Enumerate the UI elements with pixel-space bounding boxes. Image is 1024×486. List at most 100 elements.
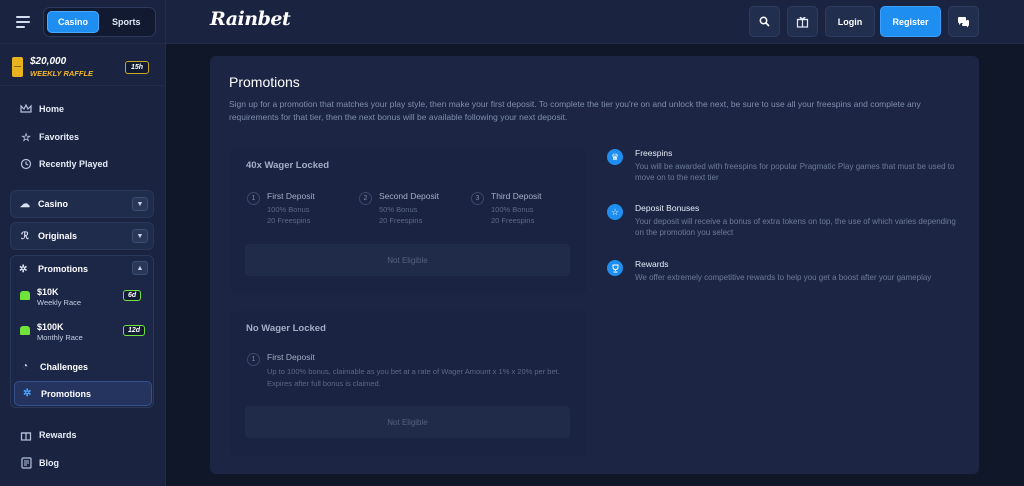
trophy-icon xyxy=(607,260,623,276)
chat-button[interactable] xyxy=(948,6,979,37)
mode-switch: Casino Sports xyxy=(43,6,156,37)
tier-title: No Wager Locked xyxy=(246,323,326,334)
step-number: 1 xyxy=(247,353,260,366)
promotions-header[interactable]: ✲ Promotions ▲ xyxy=(11,256,153,282)
raffle-timer-badge: 15h xyxy=(125,61,150,74)
promotions-card: Promotions Sign up for a promotion that … xyxy=(210,56,979,474)
step-bonus: 100% Bonus xyxy=(491,205,534,214)
sidebar-item-label: Promotions xyxy=(41,388,92,399)
sidebar-item-challenges[interactable]: ◔ Challenges xyxy=(14,354,152,379)
rainbet-logo[interactable]: Rainbet xyxy=(210,8,291,30)
section-label: Originals xyxy=(38,231,78,241)
chevron-up-icon[interactable]: ▲ xyxy=(132,261,148,275)
sidebar-item-promotions[interactable]: ✲ Promotions xyxy=(14,381,152,406)
sidebar-section-promotions: ✲ Promotions ▲ $10K Weekly Race 6d $100K… xyxy=(10,255,154,408)
sidebar-item-label: Favorites xyxy=(39,132,80,142)
search-button[interactable] xyxy=(749,6,780,37)
sidebar-item-blog[interactable]: Blog xyxy=(10,450,154,476)
hamburger-menu-icon[interactable] xyxy=(16,15,30,28)
step-title: First Deposit xyxy=(267,352,315,362)
originals-icon: ℛ xyxy=(21,230,29,242)
monthly-race-item[interactable]: $100K Monthly Race 12d xyxy=(19,320,149,346)
casino-mode-button[interactable]: Casino xyxy=(47,10,100,33)
sidebar-section-casino[interactable]: ☁ Casino ▼ xyxy=(10,190,154,218)
alien-icon xyxy=(20,326,30,335)
weekly-raffle-banner[interactable]: $20,000 WEEKLY RAFFLE 15h xyxy=(0,50,166,86)
info-text: Your deposit will receive a bonus of ext… xyxy=(635,217,956,237)
promotions-icon: ✲ xyxy=(23,388,32,399)
step-title: Second Deposit xyxy=(379,191,440,201)
raffle-amount: $20,000 xyxy=(30,56,67,67)
info-freespins: ♛ Freespins You will be awarded with fre… xyxy=(607,148,962,188)
step-title: First Deposit xyxy=(267,191,315,201)
section-label: Promotions xyxy=(38,264,89,274)
race-label: Monthly Race xyxy=(37,333,83,342)
step-freespins: 20 Freespins xyxy=(267,216,311,225)
race-label: Weekly Race xyxy=(37,298,82,307)
sports-mode-button[interactable]: Sports xyxy=(101,11,152,33)
gift-icon xyxy=(796,16,809,28)
sidebar-item-favorites[interactable]: ☆ Favorites xyxy=(10,124,154,150)
info-text: You will be awarded with freespins for p… xyxy=(635,162,955,182)
sidebar-item-label: Blog xyxy=(39,458,59,468)
gift-button[interactable] xyxy=(787,6,818,37)
crown-icon xyxy=(20,103,32,115)
info-title: Rewards xyxy=(635,259,669,269)
login-button[interactable]: Login xyxy=(825,6,875,37)
step-description: Up to 100% bonus, claimable as you bet a… xyxy=(267,367,560,388)
alien-icon xyxy=(20,291,30,300)
register-button[interactable]: Register xyxy=(880,6,941,37)
info-deposit-bonuses: ☆ Deposit Bonuses Your deposit will rece… xyxy=(607,203,962,243)
ticket-icon xyxy=(12,57,23,77)
info-title: Deposit Bonuses xyxy=(635,203,700,213)
sidebar-item-label: Home xyxy=(39,104,65,114)
step-number: 3 xyxy=(471,192,484,205)
step-number: 1 xyxy=(247,192,260,205)
info-rewards: Rewards We offer extremely competitive r… xyxy=(607,259,962,299)
page-title: Promotions xyxy=(229,74,300,90)
sidebar-top: Casino Sports xyxy=(0,0,165,44)
sidebar-item-rewards[interactable]: Rewards xyxy=(10,422,154,448)
weekly-race-item[interactable]: $10K Weekly Race 6d xyxy=(19,285,149,311)
gift-icon xyxy=(20,429,32,441)
sidebar-item-label: Challenges xyxy=(40,361,89,372)
chat-icon xyxy=(958,16,969,27)
star-icon: ☆ xyxy=(21,131,31,144)
sidebar-item-label: Rewards xyxy=(39,430,77,440)
crown-icon: ♛ xyxy=(607,149,623,165)
sidebar-section-originals[interactable]: ℛ Originals ▼ xyxy=(10,222,154,250)
promotions-icon: ✲ xyxy=(19,263,28,275)
race-amount: $10K xyxy=(37,287,59,297)
dice-icon: ☁ xyxy=(20,198,30,210)
chevron-down-icon[interactable]: ▼ xyxy=(132,229,148,243)
page-description: Sign up for a promotion that matches you… xyxy=(229,99,921,122)
section-label: Casino xyxy=(38,199,69,209)
step-bonus: 100% Bonus xyxy=(267,205,310,214)
not-eligible-button[interactable]: Not Eligible xyxy=(245,406,570,438)
race-timer-badge: 12d xyxy=(123,325,146,336)
step-freespins: 20 Freespins xyxy=(379,216,423,225)
sidebar-item-recently-played[interactable]: Recently Played xyxy=(10,151,154,177)
info-title: Freespins xyxy=(635,148,673,158)
sidebar-item-label: Recently Played xyxy=(39,159,109,169)
not-eligible-button[interactable]: Not Eligible xyxy=(245,244,570,276)
sidebar: Casino Sports $20,000 WEEKLY RAFFLE 15h … xyxy=(0,0,166,486)
step-title: Third Deposit xyxy=(491,191,542,201)
race-amount: $100K xyxy=(37,322,64,332)
tier-card-no-wager: No Wager Locked 1 First Deposit Up to 10… xyxy=(230,311,587,456)
tier-title: 40x Wager Locked xyxy=(246,160,330,171)
step-freespins: 20 Freespins xyxy=(491,216,535,225)
challenges-icon: ◔ xyxy=(22,361,29,372)
history-icon xyxy=(20,158,32,170)
sidebar-item-home[interactable]: Home xyxy=(10,96,154,122)
step-bonus: 50% Bonus xyxy=(379,205,418,214)
race-timer-badge: 6d xyxy=(123,290,142,301)
search-icon xyxy=(759,16,770,27)
star-icon: ☆ xyxy=(607,204,623,220)
step-number: 2 xyxy=(359,192,372,205)
top-header: Rainbet Login Register xyxy=(166,0,1024,44)
blog-icon xyxy=(20,457,32,469)
tier-card-40x-wager: 40x Wager Locked 1 First Deposit 100% Bo… xyxy=(230,148,587,293)
chevron-down-icon[interactable]: ▼ xyxy=(132,197,148,211)
raffle-label: WEEKLY RAFFLE xyxy=(30,69,94,78)
